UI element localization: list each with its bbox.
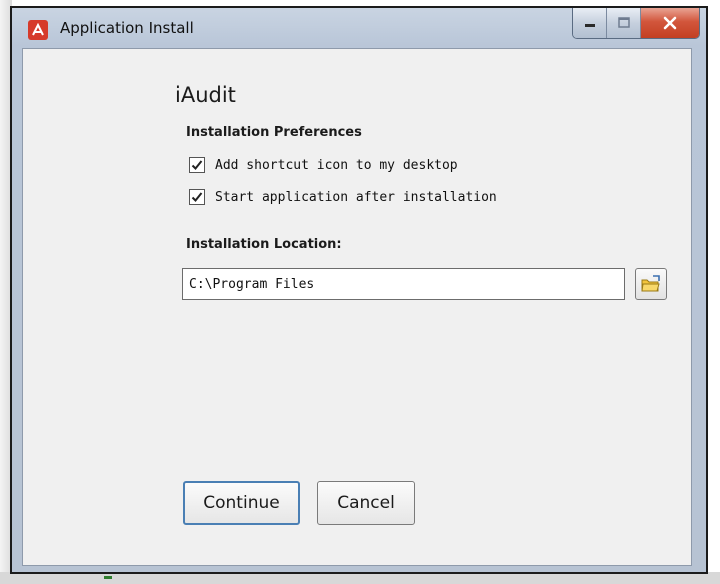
location-heading: Installation Location:: [186, 237, 342, 252]
maximize-icon: [617, 17, 630, 28]
preferences-heading: Installation Preferences: [186, 125, 362, 140]
continue-button[interactable]: Continue: [183, 481, 300, 525]
start-app-checkbox[interactable]: [189, 189, 205, 205]
dialog-content: iAudit Installation Preferences Add shor…: [22, 48, 692, 566]
window-title: Application Install: [60, 19, 194, 37]
cancel-button[interactable]: Cancel: [317, 481, 415, 525]
background-indicator: [104, 576, 112, 579]
app-name-heading: iAudit: [175, 83, 236, 107]
shortcut-checkbox[interactable]: [189, 157, 205, 173]
shortcut-option-label: Add shortcut icon to my desktop: [215, 157, 458, 173]
close-button[interactable]: [641, 8, 699, 38]
start-app-option-label: Start application after installation: [215, 189, 497, 205]
maximize-button[interactable]: [607, 8, 641, 38]
shortcut-option[interactable]: Add shortcut icon to my desktop: [189, 157, 458, 173]
checkmark-icon: [191, 160, 203, 170]
install-dialog: Application Install iAudit Installation …: [10, 6, 708, 574]
caption-buttons: [572, 8, 700, 39]
close-icon: [663, 16, 677, 30]
checkmark-icon: [191, 192, 203, 202]
browse-folder-button[interactable]: [635, 268, 667, 300]
minimize-icon: [584, 24, 595, 27]
folder-icon: [641, 275, 660, 292]
install-location-input[interactable]: [182, 268, 625, 300]
title-bar[interactable]: Application Install: [12, 8, 706, 48]
minimize-button[interactable]: [573, 8, 607, 38]
start-app-option[interactable]: Start application after installation: [189, 189, 497, 205]
acrobat-app-icon: [28, 20, 48, 40]
